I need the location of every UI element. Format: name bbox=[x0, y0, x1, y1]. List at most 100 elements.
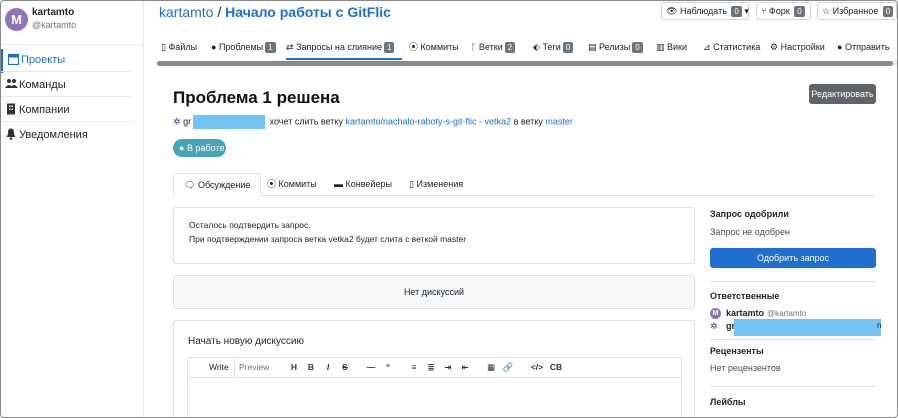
tab-label: Проблемы bbox=[218, 42, 264, 52]
outdent-icon[interactable]: ⇤ bbox=[459, 362, 471, 373]
assignees-heading: Ответственные bbox=[710, 291, 780, 301]
assignee-name[interactable]: kartamto bbox=[726, 308, 764, 318]
tab-count: 0 bbox=[632, 42, 643, 53]
reviewers-status: Нет рецензентов bbox=[710, 363, 781, 373]
tab-label: Отправить bbox=[844, 42, 890, 52]
labels-heading: Лейблы bbox=[710, 397, 746, 407]
comments-icon: 🗨 bbox=[184, 180, 196, 190]
tab-submit[interactable]: ● Отправить bbox=[837, 34, 890, 60]
numbered-list-icon[interactable]: ≣ bbox=[425, 362, 437, 373]
user-login: @kartamto bbox=[32, 20, 77, 30]
app-frame: M kartamto @kartamto Проекты Команды Ком… bbox=[0, 0, 898, 418]
tab-settings[interactable]: ⚙ Настройки bbox=[770, 34, 825, 60]
sidebar-item-teams[interactable]: Команды bbox=[1, 74, 143, 98]
discussion-tabs: 🗨 Обсуждение ⦿ Коммиты ▬ Конвейеры ▯ Изм… bbox=[173, 173, 876, 196]
sidebar-item-label: Компании bbox=[19, 104, 70, 116]
tab-wiki[interactable]: ▥ Вики bbox=[656, 34, 687, 60]
fork-icon: ⑂ bbox=[761, 6, 767, 16]
code-block-icon[interactable]: CB bbox=[548, 362, 564, 372]
dot-icon: ● bbox=[179, 143, 185, 153]
tab-write[interactable]: Write bbox=[204, 358, 235, 378]
divider bbox=[710, 281, 876, 282]
italic-icon[interactable]: I bbox=[322, 362, 334, 372]
redacted-name bbox=[193, 115, 266, 129]
merge-notice: Осталось подтвердить запрос. При подтвер… bbox=[173, 207, 695, 264]
sidebar-item-projects[interactable]: Проекты bbox=[1, 49, 143, 73]
favorite-count: 0 bbox=[882, 6, 894, 17]
watch-button[interactable]: 👁 Наблюдать 0 ▾ bbox=[661, 2, 749, 20]
approve-button[interactable]: Одобрить запрос bbox=[710, 248, 876, 268]
avatar[interactable]: M bbox=[5, 8, 28, 31]
status-label: В работе bbox=[186, 143, 225, 153]
no-discussions: Нет дискуссий bbox=[173, 275, 695, 309]
fork-count: 0 bbox=[794, 6, 805, 17]
fork-label: Форк bbox=[768, 6, 790, 16]
notice-line-1: Осталось подтвердить запрос. bbox=[189, 220, 311, 230]
tab-mr-commits[interactable]: ⦿ Коммиты bbox=[267, 173, 317, 196]
watch-count: 0 bbox=[731, 6, 742, 17]
reviewers-heading: Рецензенты bbox=[710, 346, 764, 356]
tabs-scrollbar[interactable] bbox=[157, 61, 897, 66]
tab-commits[interactable]: ⦿ Коммиты bbox=[409, 34, 459, 60]
tab-discussion[interactable]: 🗨 Обсуждение bbox=[173, 173, 262, 196]
tab-pipelines[interactable]: ▬ Конвейеры bbox=[334, 173, 392, 196]
bullet-list-icon[interactable]: ≡ bbox=[408, 362, 420, 372]
tab-label: Теги bbox=[542, 42, 561, 52]
tab-tags[interactable]: ⬖ Теги 0 bbox=[533, 34, 574, 60]
project-tabs: ▯ Файлы ● Проблемы 1 ⇄ Запросы на слияние… bbox=[157, 34, 897, 61]
sidebar-item-label: Уведомления bbox=[19, 129, 88, 141]
star-icon: ☆ bbox=[822, 6, 831, 16]
table-icon[interactable]: ▦ bbox=[485, 362, 497, 373]
fork-button[interactable]: ⑂ Форк 0 bbox=[756, 2, 811, 20]
tab-label: Изменения bbox=[416, 179, 464, 189]
bold-icon[interactable]: B bbox=[305, 362, 317, 372]
divider bbox=[1, 71, 132, 72]
tab-merge-requests[interactable]: ⇄ Запросы на слияние 1 bbox=[286, 34, 402, 60]
users-icon bbox=[5, 78, 18, 92]
diff-icon: ▯ bbox=[409, 179, 414, 189]
tab-label: Коммиты bbox=[420, 42, 459, 52]
tab-branches[interactable]: ᚴ Ветки 2 bbox=[471, 34, 516, 60]
breadcrumb-owner[interactable]: kartamto bbox=[159, 4, 213, 20]
pipeline-icon: ▬ bbox=[334, 179, 343, 189]
tab-label: Конвейеры bbox=[345, 179, 392, 189]
assignee-login: @kartamto bbox=[767, 309, 807, 318]
user-card[interactable]: M kartamto @kartamto bbox=[1, 1, 143, 45]
sidebar-item-companies[interactable]: Компании bbox=[1, 99, 143, 123]
favorite-button[interactable]: ☆ Избранное 0 bbox=[817, 2, 897, 20]
tab-statistics[interactable]: ⊿ Статистика bbox=[703, 34, 760, 60]
link-icon[interactable]: 🔗 bbox=[502, 362, 514, 373]
chevron-down-icon: ▾ bbox=[744, 6, 749, 16]
sidebar-item-notifications[interactable]: Уведомления bbox=[1, 124, 143, 148]
tab-releases[interactable]: ▤ Релизы 0 bbox=[588, 34, 643, 60]
edit-button[interactable]: Редактировать bbox=[809, 84, 876, 104]
issue-icon: ● bbox=[211, 42, 217, 52]
page-title: Проблема 1 решена bbox=[173, 88, 340, 107]
approved-status: Запрос не одобрен bbox=[710, 227, 791, 237]
folder-icon bbox=[7, 53, 19, 67]
user-name: kartamto bbox=[32, 7, 75, 18]
horizontal-rule-icon[interactable]: — bbox=[365, 362, 377, 372]
source-branch-link[interactable]: kartamto/nachalo-raboty-s-git-flic - vet… bbox=[345, 116, 511, 126]
strikethrough-icon[interactable]: S bbox=[339, 362, 351, 372]
user-icon: ✲ bbox=[173, 116, 181, 127]
target-branch-link[interactable]: master bbox=[545, 116, 573, 126]
indent-icon[interactable]: ⇥ bbox=[442, 362, 454, 373]
heading-icon[interactable]: H bbox=[288, 362, 300, 372]
author-prefix: gr bbox=[183, 116, 192, 127]
code-icon[interactable]: </> bbox=[528, 362, 546, 372]
divider bbox=[1, 121, 132, 122]
quote-icon[interactable]: “ bbox=[382, 362, 394, 372]
tab-files[interactable]: ▯ Файлы bbox=[161, 34, 197, 60]
breadcrumb-project[interactable]: Начало работы с GitFlic bbox=[225, 4, 391, 20]
tab-changes[interactable]: ▯ Изменения bbox=[409, 173, 463, 196]
info-icon: ● bbox=[837, 42, 843, 52]
building-icon bbox=[5, 103, 17, 117]
merge-icon: ⇄ bbox=[286, 42, 294, 52]
tab-issues[interactable]: ● Проблемы 1 bbox=[211, 34, 276, 60]
divider bbox=[710, 386, 876, 387]
user-icon: ✲ bbox=[710, 321, 718, 331]
tab-label: Ветки bbox=[478, 42, 503, 52]
scrollbar-thumb[interactable] bbox=[157, 61, 893, 66]
tab-preview[interactable]: Preview bbox=[234, 358, 274, 378]
